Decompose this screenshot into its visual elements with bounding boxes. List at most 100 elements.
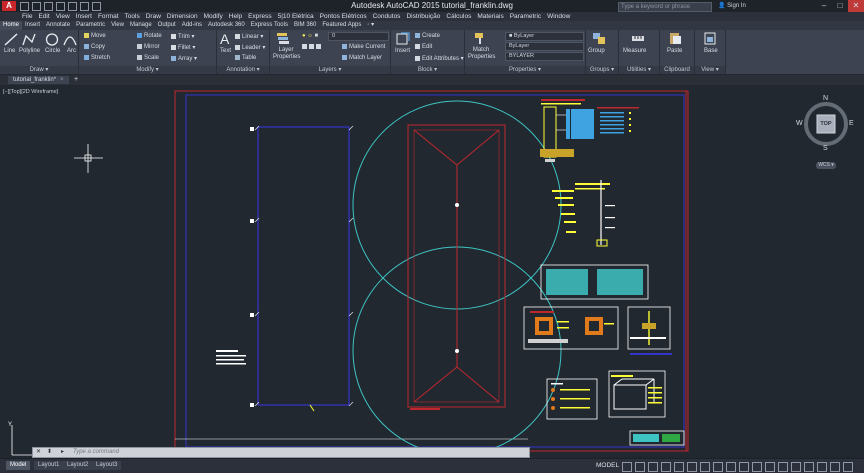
tab-manage[interactable]: Manage (127, 21, 155, 30)
polyline-button[interactable]: Polyline (19, 48, 40, 54)
menu-materiais[interactable]: Materiais (477, 12, 503, 21)
ribbon-options-toggle[interactable]: ◦ ▾ (364, 21, 377, 30)
trim-button[interactable]: Trim ▾ (171, 33, 194, 40)
layout-tab-layout3[interactable]: Layout3 (92, 461, 122, 470)
new-tab-button[interactable]: + (74, 76, 78, 84)
arc-button[interactable]: Arc (67, 48, 76, 54)
menu-tools[interactable]: Tools (125, 12, 140, 21)
sign-in-link[interactable]: 👤 Sign In (718, 2, 746, 9)
tab-home[interactable]: Home (0, 21, 23, 30)
sun-icon[interactable]: ☼ (307, 33, 313, 39)
menu-modify[interactable]: Modify (204, 12, 223, 21)
minimize-button[interactable]: – (816, 0, 832, 12)
tab-express-tools[interactable]: Express Tools (248, 21, 291, 30)
make-current-button[interactable]: Make Current (342, 44, 385, 50)
snap-icon[interactable] (635, 462, 645, 472)
menu-condutos[interactable]: Condutos (373, 12, 401, 21)
layer-tool-icon[interactable] (316, 44, 321, 49)
layers-panel-title[interactable]: Layers ▾ (270, 66, 390, 74)
drawing-viewport[interactable]: [−][Top][2D Wireframe] Y N S E W TOP WCS… (0, 85, 864, 458)
tab-autodesk-360[interactable]: Autodesk 360 (205, 21, 248, 30)
menu-dimension[interactable]: Dimension (167, 12, 198, 21)
linear-button[interactable]: Linear ▾ (235, 33, 263, 40)
menu-file[interactable]: File (22, 12, 32, 21)
copy-button[interactable]: Copy (84, 44, 105, 50)
linetype-dropdown[interactable]: BYLAYER (505, 52, 584, 61)
group-button[interactable]: Group (588, 48, 605, 54)
polar-icon[interactable] (661, 462, 671, 472)
table-button[interactable]: Table (235, 55, 256, 61)
menu-window[interactable]: Window (547, 12, 570, 21)
close-command-line-icon[interactable]: ✕ (36, 448, 41, 457)
drawing-canvas[interactable]: Y (0, 85, 864, 458)
transparency-icon[interactable] (713, 462, 723, 472)
layout-tab-model[interactable]: Model (6, 461, 31, 470)
model-space-button[interactable]: MODEL (596, 461, 619, 470)
menu-edit[interactable]: Edit (38, 12, 49, 21)
wcs-menu[interactable]: WCS ▾ (816, 162, 836, 169)
utilities-panel-title[interactable]: Utilities ▾ (619, 66, 659, 74)
menu-draw[interactable]: Draw (146, 12, 161, 21)
edit-attributes-button[interactable]: Edit Attributes ▾ (415, 55, 464, 62)
tab-parametric[interactable]: Parametric (73, 21, 108, 30)
menu-parametric[interactable]: Parametric (510, 12, 541, 21)
rotate-button[interactable]: Rotate (137, 33, 162, 39)
text-button[interactable]: Text (220, 48, 231, 54)
layer-tool-icon[interactable] (302, 44, 307, 49)
block-panel-title[interactable]: Block ▾ (391, 66, 464, 74)
leader-button[interactable]: Leader ▾ (235, 44, 265, 51)
compass-south-label[interactable]: S (823, 145, 828, 152)
tab-featured-apps[interactable]: Featured Apps (319, 21, 364, 30)
line-button[interactable]: Line (4, 48, 15, 54)
maximize-button[interactable]: □ (832, 0, 848, 12)
ortho-icon[interactable] (648, 462, 658, 472)
close-button[interactable]: ✕ (848, 0, 864, 12)
stretch-button[interactable]: Stretch (84, 55, 110, 61)
annotation-scale-icon[interactable] (739, 462, 749, 472)
workspace-icon[interactable] (752, 462, 762, 472)
menu-insert[interactable]: Insert (76, 12, 92, 21)
otrack-icon[interactable] (687, 462, 697, 472)
lineweight-icon[interactable] (700, 462, 710, 472)
menu-help[interactable]: Help (229, 12, 242, 21)
units-icon[interactable] (778, 462, 788, 472)
lineweight-dropdown[interactable]: ByLayer (505, 42, 584, 51)
search-input[interactable]: Type a keyword or phrase (618, 2, 712, 12)
isolate-objects-icon[interactable] (804, 462, 814, 472)
fillet-button[interactable]: Fillet ▾ (171, 44, 195, 51)
menu-calculos[interactable]: Cálculos (446, 12, 471, 21)
layout-tab-layout2[interactable]: Layout2 (63, 461, 93, 470)
create-block-button[interactable]: Create (415, 33, 440, 39)
match-properties-button[interactable]: Match Properties (468, 47, 495, 61)
layer-tool-icon[interactable] (309, 44, 314, 49)
tab-output[interactable]: Output (155, 21, 179, 30)
tab-add-ins[interactable]: Add-ins (179, 21, 205, 30)
compass-west-label[interactable]: W (796, 120, 803, 127)
tab-bim-360[interactable]: BIM 360 (291, 21, 319, 30)
draw-panel-title[interactable]: Draw ▾ (0, 66, 78, 74)
scale-button[interactable]: Scale (137, 55, 159, 61)
menu-format[interactable]: Format (98, 12, 119, 21)
viewcube[interactable]: N S E W TOP (796, 95, 856, 155)
command-input[interactable]: Type a command (73, 448, 119, 457)
move-button[interactable]: Move (84, 33, 106, 39)
menu-eletrica[interactable]: 5|10 Elétrica (278, 12, 314, 21)
compass-north-label[interactable]: N (823, 95, 828, 102)
grid-icon[interactable] (622, 462, 632, 472)
insert-button[interactable]: Insert (395, 48, 410, 54)
properties-panel-title[interactable]: Properties ▾ (465, 66, 585, 74)
annotation-panel-title[interactable]: Annotation ▾ (217, 66, 269, 74)
close-tab-icon[interactable]: × (60, 77, 64, 83)
base-button[interactable]: Base (704, 48, 718, 54)
view-panel-title[interactable]: View ▾ (695, 66, 725, 74)
annotation-monitor-icon[interactable] (765, 462, 775, 472)
measure-button[interactable]: Measure (623, 48, 646, 54)
clipboard-panel-title[interactable]: Clipboard (660, 66, 694, 74)
groups-panel-title[interactable]: Groups ▾ (586, 66, 618, 74)
circle-button[interactable]: Circle (45, 48, 60, 54)
menu-view[interactable]: View (56, 12, 70, 21)
modify-panel-title[interactable]: Modify ▾ (79, 66, 216, 74)
command-line[interactable]: ✕ ⬍ ▸ Type a command (32, 447, 530, 458)
menu-express[interactable]: Express (248, 12, 271, 21)
compass-east-label[interactable]: E (849, 120, 854, 127)
